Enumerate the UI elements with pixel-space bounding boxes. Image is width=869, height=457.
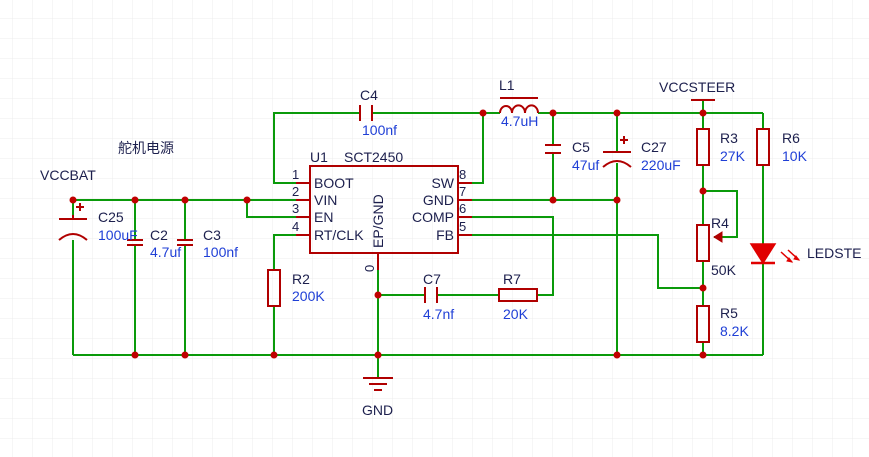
- u1-pin7-num: 7: [459, 184, 466, 199]
- u1-pin6-name: COMP: [412, 209, 454, 225]
- net-label-gnd: GND: [362, 402, 393, 418]
- c2-ref: C2: [150, 227, 168, 243]
- net-label-vccbat: VCCBAT: [40, 167, 96, 183]
- c3-value: 100nf: [203, 244, 238, 260]
- l1-ref: L1: [499, 77, 515, 93]
- u1-pin1-num: 1: [292, 167, 299, 182]
- schematic-canvas: 舵机电源 VCCBAT VCCSTEER GND U1 SCT2450 1 2 …: [0, 0, 869, 457]
- c4-ref: C4: [360, 87, 378, 103]
- u1-pin2-name: VIN: [314, 192, 337, 208]
- c5-ref: C5: [572, 139, 590, 155]
- r4-ref: R4: [711, 215, 729, 231]
- r7-value: 20K: [503, 306, 529, 322]
- net-label-vccsteer: VCCSTEER: [659, 79, 735, 95]
- r4-value: 50K: [711, 262, 737, 278]
- c2-value: 4.7uf: [150, 244, 181, 260]
- r7-ref: R7: [503, 271, 521, 287]
- u1-pin8-num: 8: [459, 167, 466, 182]
- u1-pin6-num: 6: [459, 201, 466, 216]
- r5-value: 8.2K: [720, 323, 749, 339]
- u1-ep-pin-num: 0: [362, 265, 377, 272]
- r2-ref: R2: [292, 271, 310, 287]
- u1-part-label: SCT2450: [344, 149, 403, 165]
- r3-ref: R3: [720, 130, 738, 146]
- c27-value: 220uF: [641, 157, 681, 173]
- u1-pin8-name: SW: [431, 175, 454, 191]
- l1-value: 4.7uH: [501, 113, 538, 129]
- c7-value: 4.7nf: [423, 306, 454, 322]
- u1-ref-label: U1: [310, 149, 328, 165]
- c7-ref: C7: [423, 271, 441, 287]
- u1-pin5-num: 5: [459, 219, 466, 234]
- r6-ref: R6: [782, 130, 800, 146]
- u1-pin3-name: EN: [314, 209, 333, 225]
- r2-value: 200K: [292, 288, 325, 304]
- c5-value: 47uf: [572, 157, 599, 173]
- c4-value: 100nf: [362, 122, 397, 138]
- u1-pin4-num: 4: [292, 219, 299, 234]
- u1-pin4-name: RT/CLK: [314, 227, 364, 243]
- c27-ref: C27: [641, 139, 667, 155]
- c25-ref: C25: [98, 209, 124, 225]
- c25-value: 100uF: [98, 227, 138, 243]
- u1-pin7-name: GND: [423, 192, 454, 208]
- title-label: 舵机电源: [118, 140, 174, 156]
- c3-ref: C3: [203, 227, 221, 243]
- u1-pin1-name: BOOT: [314, 175, 354, 191]
- u1-ep-label: EP/GND: [370, 194, 386, 248]
- r3-value: 27K: [720, 148, 746, 164]
- r5-ref: R5: [720, 305, 738, 321]
- led-ref: LEDSTE: [807, 245, 861, 261]
- u1-pin2-num: 2: [292, 184, 299, 199]
- u1-pin5-name: FB: [436, 227, 454, 243]
- u1-pin3-num: 3: [292, 201, 299, 216]
- r6-value: 10K: [782, 148, 808, 164]
